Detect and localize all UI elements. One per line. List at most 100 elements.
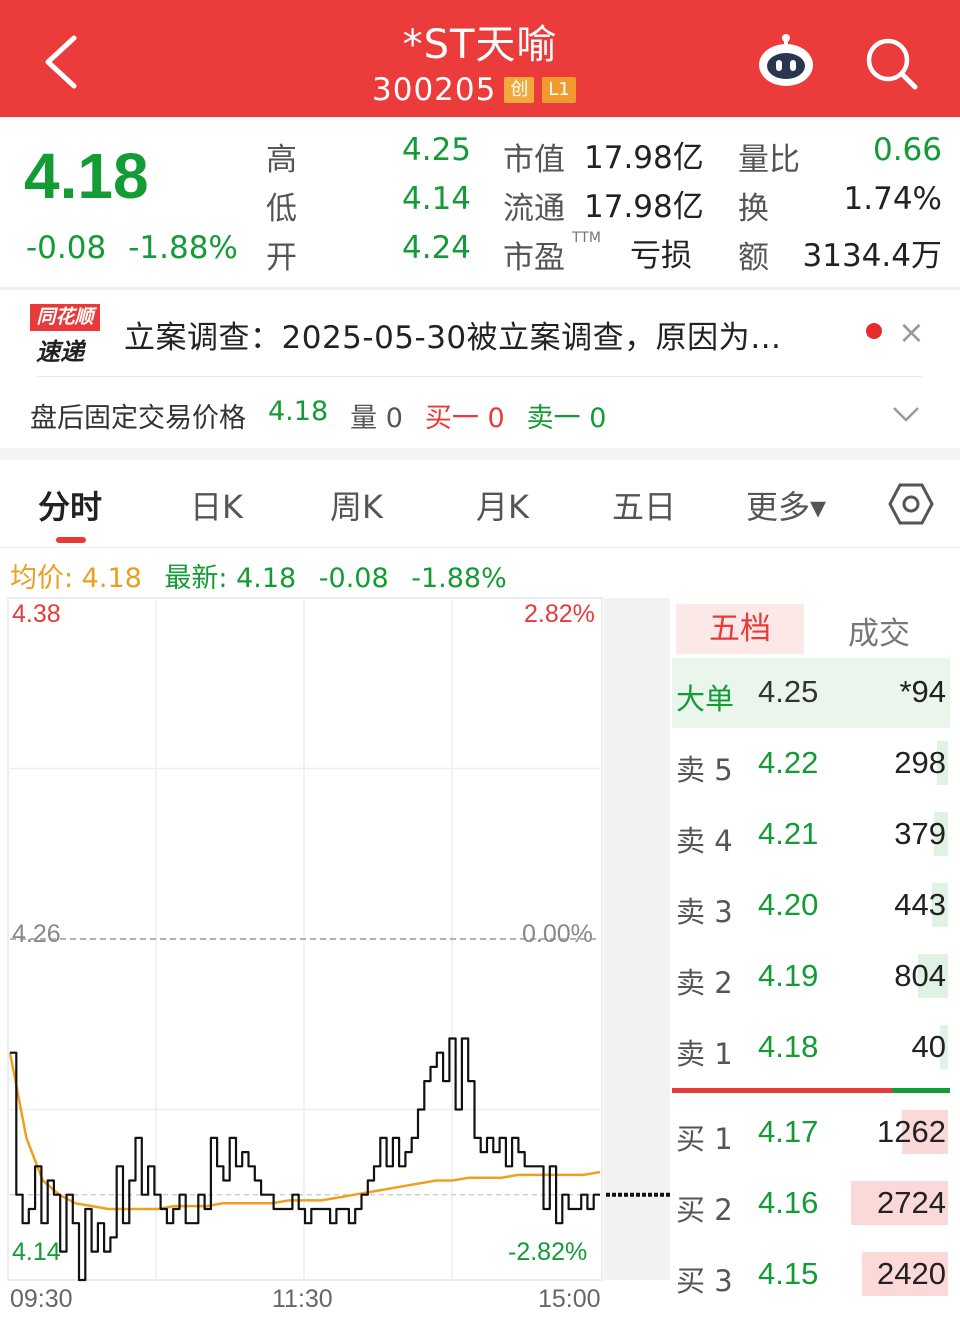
news-headline[interactable]: 立案调查：2025-05-30被立案调查，原因为… [124,312,782,357]
tab-monthly-k[interactable]: 月K [476,482,529,528]
amount-value: 3134.4万 [802,238,942,274]
after-hours-buy1: 买一 0 [424,403,505,434]
mktcap-label: 市值 [503,142,565,178]
bid-price: 4.16 [758,1185,819,1220]
ask-label: 卖 4 [676,824,733,858]
high-value: 4.25 [402,132,472,168]
latest-price-text: 最新: 4.18 [164,563,297,594]
change-value: -0.08 [26,230,107,266]
ask-label: 卖 2 [676,966,733,1000]
logo-top-text: 同花顺 [30,304,100,331]
x-axis-mid-label: 11:30 [272,1285,333,1313]
change-percent: -1.88% [128,230,238,266]
open-value: 4.24 [402,230,472,266]
news-banner[interactable]: 同花顺 速递 立案调查：2025-05-30被立案调查，原因为… [0,290,960,376]
mktcap-value: 17.98亿 [584,140,704,176]
ask-row[interactable]: 卖 2 4.19 804 [672,942,950,1012]
ask-price: 4.19 [758,958,819,993]
bid-volume: 1262 [877,1114,946,1149]
y-axis-mid-label: 4.26 [12,920,61,948]
vol-ratio-value: 0.66 [872,132,942,168]
tab-daily-k[interactable]: 日K [190,482,243,528]
top-bar: *ST天喻 300205 创 L1 [0,0,960,117]
logo-bottom-text: 速递 [36,338,84,366]
ask-label: 卖 1 [676,1037,733,1071]
chevron-down-icon[interactable] [890,398,922,430]
ask-row[interactable]: 卖 4 4.21 379 [672,800,950,870]
open-label: 开 [266,240,297,276]
after-hours-area [604,598,670,1280]
ask-price: 4.20 [758,887,819,922]
low-value: 4.14 [402,181,472,217]
ask-price: 4.22 [758,745,819,780]
intraday-chart[interactable] [0,596,672,1327]
search-icon[interactable] [864,36,918,90]
ask-volume: 298 [894,745,946,780]
amount-label: 额 [738,240,769,276]
ask-volume: 379 [894,816,946,851]
bid-price: 4.17 [758,1114,819,1149]
after-hours-price: 4.18 [268,396,329,427]
tab-more[interactable]: 更多▾ [746,482,826,528]
bid-row[interactable]: 买 3 4.15 2420 [672,1240,950,1310]
ask-volume: 40 [911,1029,946,1064]
turnover-value: 1.74% [843,181,942,217]
chart-info-line: 均价: 4.18 最新: 4.18 -0.08 -1.88% [10,556,507,595]
ask-volume: 443 [894,887,946,922]
latest-change-text: -0.08 [318,563,389,594]
x-axis-end-label: 15:00 [538,1285,601,1313]
big-order-price: 4.25 [758,674,819,709]
sell-ratio-segment [892,1088,950,1093]
pct-axis-bottom-label: -2.82% [508,1238,588,1266]
tab-five-day[interactable]: 五日 [612,482,676,528]
bid-label: 买 1 [676,1122,733,1156]
robot-assistant-icon[interactable] [755,33,817,89]
stock-code-row: 300205 创 L1 [372,72,576,108]
ask-volume: 804 [894,958,946,993]
bid-price: 4.15 [758,1256,819,1291]
quote-panel: 4.18 -0.08 -1.88% 高 低 开 4.25 4.14 4.24 市… [0,117,960,287]
y-axis-bottom-label: 4.14 [12,1238,61,1266]
low-label: 低 [266,191,297,227]
latest-pct-text: -1.88% [411,563,507,594]
after-hours-row[interactable]: 盘后固定交易价格 4.18 量 0 买一 0 卖一 0 [30,396,606,435]
ask-price: 4.21 [758,816,819,851]
tab-weekly-k[interactable]: 周K [330,482,383,528]
big-order-volume: *94 [899,674,946,709]
news-logo: 同花顺 速递 [28,304,100,366]
vol-ratio-label: 量比 [738,142,800,178]
buy-sell-ratio-bar [672,1088,950,1093]
big-order-row[interactable]: 大单 4.25 *94 [672,658,950,728]
board-badge: 创 [504,77,535,103]
bid-label: 买 2 [676,1193,733,1227]
divider [36,376,922,377]
ask-row[interactable]: 卖 5 4.22 298 [672,729,950,799]
pct-axis-top-label: 2.82% [524,600,595,628]
close-icon[interactable]: × [898,314,925,350]
avg-price-text: 均价: 4.18 [10,563,142,594]
chart-tabs: 分时 日K 周K 月K 五日 更多▾ [0,458,960,548]
bid-row[interactable]: 买 2 4.16 2724 [672,1169,950,1239]
unread-dot [866,323,882,339]
ask-label: 卖 3 [676,895,733,929]
ask-row[interactable]: 卖 1 4.18 40 [672,1013,950,1083]
last-price: 4.18 [24,140,149,212]
tab-intraday[interactable]: 分时 [38,482,102,528]
stock-code: 300205 [372,72,497,108]
y-axis-top-label: 4.38 [12,600,61,628]
bid-label: 买 3 [676,1264,733,1298]
pe-value: 亏损 [630,238,692,274]
ttm-superscript: TTM [572,230,601,246]
bid-row[interactable]: 买 1 4.17 1262 [672,1098,950,1168]
level-badge: L1 [542,77,576,103]
turnover-label: 换 [738,191,769,227]
ask-price: 4.18 [758,1029,819,1064]
tab-five-levels[interactable]: 五档 [676,604,804,654]
tab-trades[interactable]: 成交 [848,608,910,653]
pe-label: 市盈 [503,240,565,276]
ask-row[interactable]: 卖 3 4.20 443 [672,871,950,941]
after-hours-sell1: 卖一 0 [526,403,607,434]
ask-label: 卖 5 [676,753,733,787]
x-axis-start-label: 09:30 [10,1285,73,1313]
settings-hexagon-icon[interactable] [888,481,934,527]
